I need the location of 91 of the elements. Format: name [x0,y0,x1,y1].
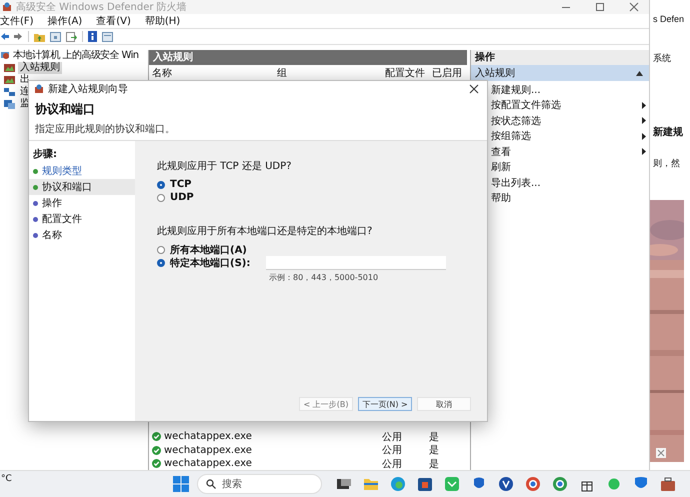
step-item[interactable]: 配置文件 [29,211,135,227]
action-item[interactable]: 按配置文件筛选 [491,98,649,113]
column-header[interactable]: 组 [274,66,382,80]
close-icon[interactable] [469,84,479,94]
radio-button[interactable] [157,246,165,254]
body-text: s Defen [652,14,686,24]
window-title: 高级安全 Windows Defender 防火墙 [16,0,187,14]
menu-item[interactable]: 文件(F) [0,14,34,28]
section-header[interactable]: 入站规则 [471,65,649,81]
action-item[interactable]: 帮助 [491,190,649,206]
radio-button[interactable] [157,194,165,202]
browser-icon[interactable] [390,476,406,492]
menu-item[interactable]: 操作(A) [48,14,82,28]
back-button[interactable]: < 上一步(B) [299,397,353,411]
radio-label[interactable]: UDP [170,192,194,203]
question-text: 此规则应用于 TCP 还是 UDP? [157,160,292,173]
computer-shield-icon [0,50,10,60]
forward-arrow-icon[interactable] [14,32,23,41]
body-text: 系统 [652,52,672,65]
task-view-icon[interactable] [336,476,352,492]
radio-button[interactable] [157,180,165,188]
step-item[interactable]: 名称 [29,227,135,243]
collapse-arrow-icon [636,70,643,76]
table-cell: wechatappex.exe [164,431,252,442]
action-item[interactable]: 导出列表... [491,175,649,190]
folder-up-icon[interactable] [34,32,45,42]
ring-icon[interactable] [525,476,541,492]
example-text: 示例：80，443，5000-5010 [269,272,380,283]
column-header[interactable]: 名称 [149,66,274,80]
step-item[interactable]: 规则类型 [29,163,135,179]
rule-list-icon [4,75,15,85]
port-input-field[interactable] [266,256,446,270]
network-icon [4,99,15,109]
menu-item[interactable]: 查看(V) [96,14,131,28]
step-item[interactable]: 协议和端口 [29,179,135,195]
ring-icon[interactable] [552,476,568,492]
tree-item[interactable]: 入站规则 [18,62,62,74]
action-item[interactable]: 按状态筛选 [491,113,649,128]
pane-header: 操作 [471,50,649,65]
radio-label[interactable]: 所有本地端口(A) [170,242,247,256]
table-cell-text: 公用 [382,458,403,470]
check-circle-icon [152,432,161,441]
firewall-icon [34,84,44,94]
body-text: 则，然 [652,157,681,170]
panel-icon[interactable] [102,32,113,42]
v-logo-icon[interactable] [498,476,514,492]
back-arrow-icon[interactable] [0,32,9,41]
steps-label: 步骤: [32,148,58,162]
firewall-icon [2,2,12,12]
tree-item[interactable]: 本地计算机 上的高级安全 Win [13,48,139,62]
action-item[interactable]: 刷新 [491,160,649,175]
check-circle-icon [152,446,161,454]
radio-button[interactable] [157,259,165,267]
table-icon[interactable] [50,32,61,42]
radio-label[interactable]: 特定本地端口(S): [170,256,250,270]
cancel-button[interactable]: 取消 [417,397,471,411]
action-item[interactable]: 查看 [491,144,649,160]
weather-text: °C [0,474,13,484]
action-item[interactable]: 新建规则... [491,82,649,98]
next-button[interactable]: 下一页(N) > [358,397,412,411]
column-header[interactable]: 配置文件 [382,66,429,80]
question-text: 此规则应用于所有本地端口还是特定的本地端口? [157,224,374,238]
heading-text: 新建规 [652,125,684,139]
table-cell-text: 公用 [382,444,403,457]
page-heading: 协议和端口 [35,101,96,118]
step-item[interactable]: 操作 [29,195,135,211]
table-cell: wechatappex.exe [164,444,252,456]
column-header[interactable]: 已启用 [429,66,467,80]
table-cell: wechatappex.exe [164,458,252,469]
search-field[interactable]: 搜索 [197,474,322,494]
windows-logo-icon[interactable] [173,476,189,492]
search-icon [206,479,216,489]
network-icon [4,87,15,97]
help-book-icon[interactable] [88,31,97,42]
rule-list-icon [4,63,15,73]
folder-icon[interactable] [363,476,379,492]
radio-label[interactable]: TCP [170,179,192,190]
pane-header: 入站规则 [149,50,467,65]
table-cell-text: 是 [429,458,440,470]
briefcase-icon[interactable] [660,476,676,492]
page-description: 指定应用此规则的协议和端口。 [35,122,176,136]
dialog-title: 新建入站规则向导 [48,82,128,96]
table-cell-text: 是 [429,430,440,444]
tree-item[interactable]: 监 [18,98,32,110]
store-icon[interactable] [417,476,433,492]
chat-icon[interactable] [444,476,460,492]
menu-item[interactable]: 帮助(H) [144,14,180,28]
table-cell-text: 是 [429,444,440,457]
action-item[interactable]: 按组筛选 [491,128,649,144]
table-cell-text: 公用 [382,430,403,444]
export-icon[interactable] [66,32,77,42]
